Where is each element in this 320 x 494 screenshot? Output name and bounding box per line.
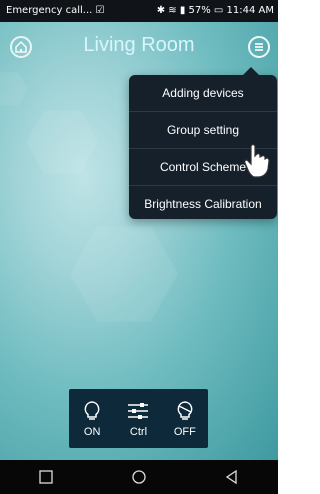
header: Living Room — [0, 22, 278, 68]
decorative-hexagon — [0, 72, 28, 106]
on-label: ON — [83, 425, 101, 438]
menu-item-brightness-calibration[interactable]: Brightness Calibration — [129, 186, 277, 222]
circle-icon — [132, 470, 146, 484]
hand-pointer-icon — [244, 143, 270, 178]
nav-home-button[interactable] — [124, 462, 154, 492]
dropdown-pointer — [243, 67, 259, 75]
triangle-back-icon — [225, 469, 237, 485]
status-bar: Emergency call... ☑ ✱ ≋ ▮ 57% ▭ 11:44 AM — [0, 0, 278, 22]
ctrl-label: Ctrl — [129, 425, 148, 438]
decorative-hexagon — [26, 110, 98, 174]
square-icon — [39, 470, 53, 484]
decorative-hexagon — [70, 226, 178, 322]
ctrl-control[interactable]: Ctrl — [118, 400, 158, 438]
off-label: OFF — [173, 425, 196, 438]
menu-button[interactable] — [248, 36, 270, 58]
back-button[interactable] — [217, 462, 247, 492]
menu-icon — [255, 43, 263, 51]
off-control[interactable]: OFF — [165, 400, 205, 438]
on-control[interactable]: ON — [72, 400, 112, 438]
bulb-off-icon — [177, 400, 193, 420]
bulb-on-icon — [84, 400, 100, 420]
control-bar: ON Ctrl OFF — [69, 389, 208, 448]
menu-item-adding-devices[interactable]: Adding devices — [129, 75, 277, 112]
recents-button[interactable] — [31, 462, 61, 492]
sliders-icon — [128, 402, 149, 419]
android-nav-bar — [0, 460, 278, 494]
app-screen: Living Room Adding devices Group setting… — [0, 22, 278, 460]
page-title: Living Room — [83, 34, 195, 56]
status-left-text: Emergency call... ☑ — [6, 5, 105, 16]
status-right-text: ✱ ≋ ▮ 57% ▭ 11:44 AM — [156, 5, 274, 16]
